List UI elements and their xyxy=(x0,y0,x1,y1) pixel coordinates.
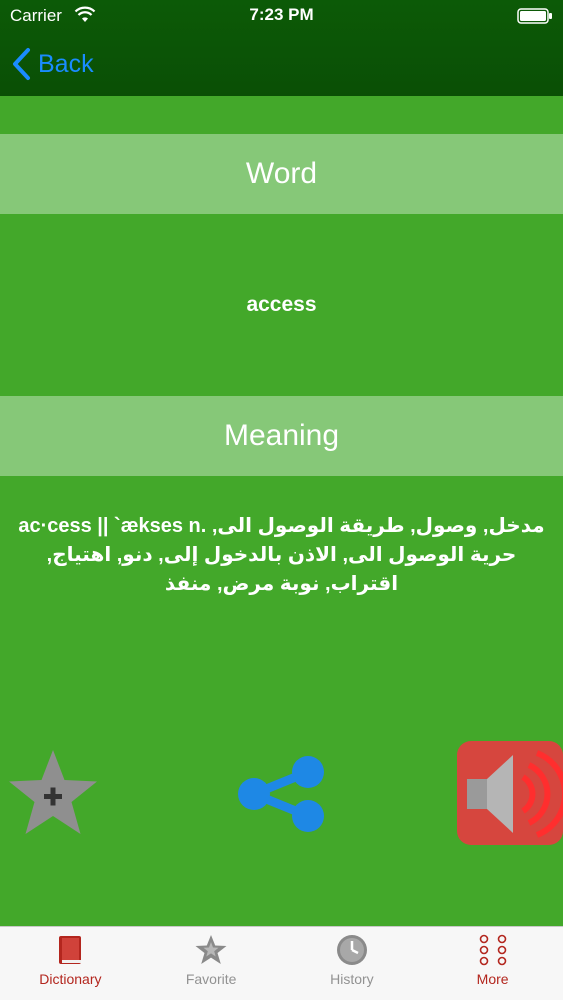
speaker-icon xyxy=(467,750,563,838)
add-favorite-button[interactable] xyxy=(6,748,100,840)
status-bar: Carrier 7:23 PM xyxy=(0,0,563,32)
star-plus-icon xyxy=(9,750,97,834)
speaker-button[interactable] xyxy=(457,741,563,845)
tab-label: Favorite xyxy=(185,971,237,987)
meaning-text: ac·cess || `ækses n. مدخل, وصول, طريقة ا… xyxy=(18,515,545,595)
top-spacer xyxy=(0,96,563,134)
tab-more[interactable]: More xyxy=(422,927,563,1000)
clock-icon xyxy=(336,935,367,965)
tab-label: More xyxy=(476,971,509,987)
tab-history[interactable]: History xyxy=(282,927,423,1000)
navigation-bar: Carrier 7:23 PM Back xyxy=(0,0,563,96)
chevron-left-icon xyxy=(13,48,30,80)
tab-bar: Dictionary Favorite History More xyxy=(0,926,563,1000)
more-dots-icon xyxy=(479,934,506,966)
tab-label: History xyxy=(330,971,374,987)
status-time: 7:23 PM xyxy=(249,5,314,24)
tab-label: Dictionary xyxy=(39,971,102,987)
star-icon xyxy=(195,935,227,964)
tab-dictionary[interactable]: Dictionary xyxy=(0,927,141,1000)
back-button[interactable]: Back xyxy=(10,44,94,84)
tab-favorite[interactable]: Favorite xyxy=(141,927,282,1000)
battery-icon xyxy=(517,8,552,24)
word-value: access xyxy=(246,293,317,316)
meaning-header: Meaning xyxy=(0,396,563,476)
word-header: Word xyxy=(0,134,563,214)
back-label: Back xyxy=(38,49,94,78)
book-icon xyxy=(59,936,82,964)
share-icon xyxy=(238,756,324,832)
share-button[interactable] xyxy=(234,754,328,834)
